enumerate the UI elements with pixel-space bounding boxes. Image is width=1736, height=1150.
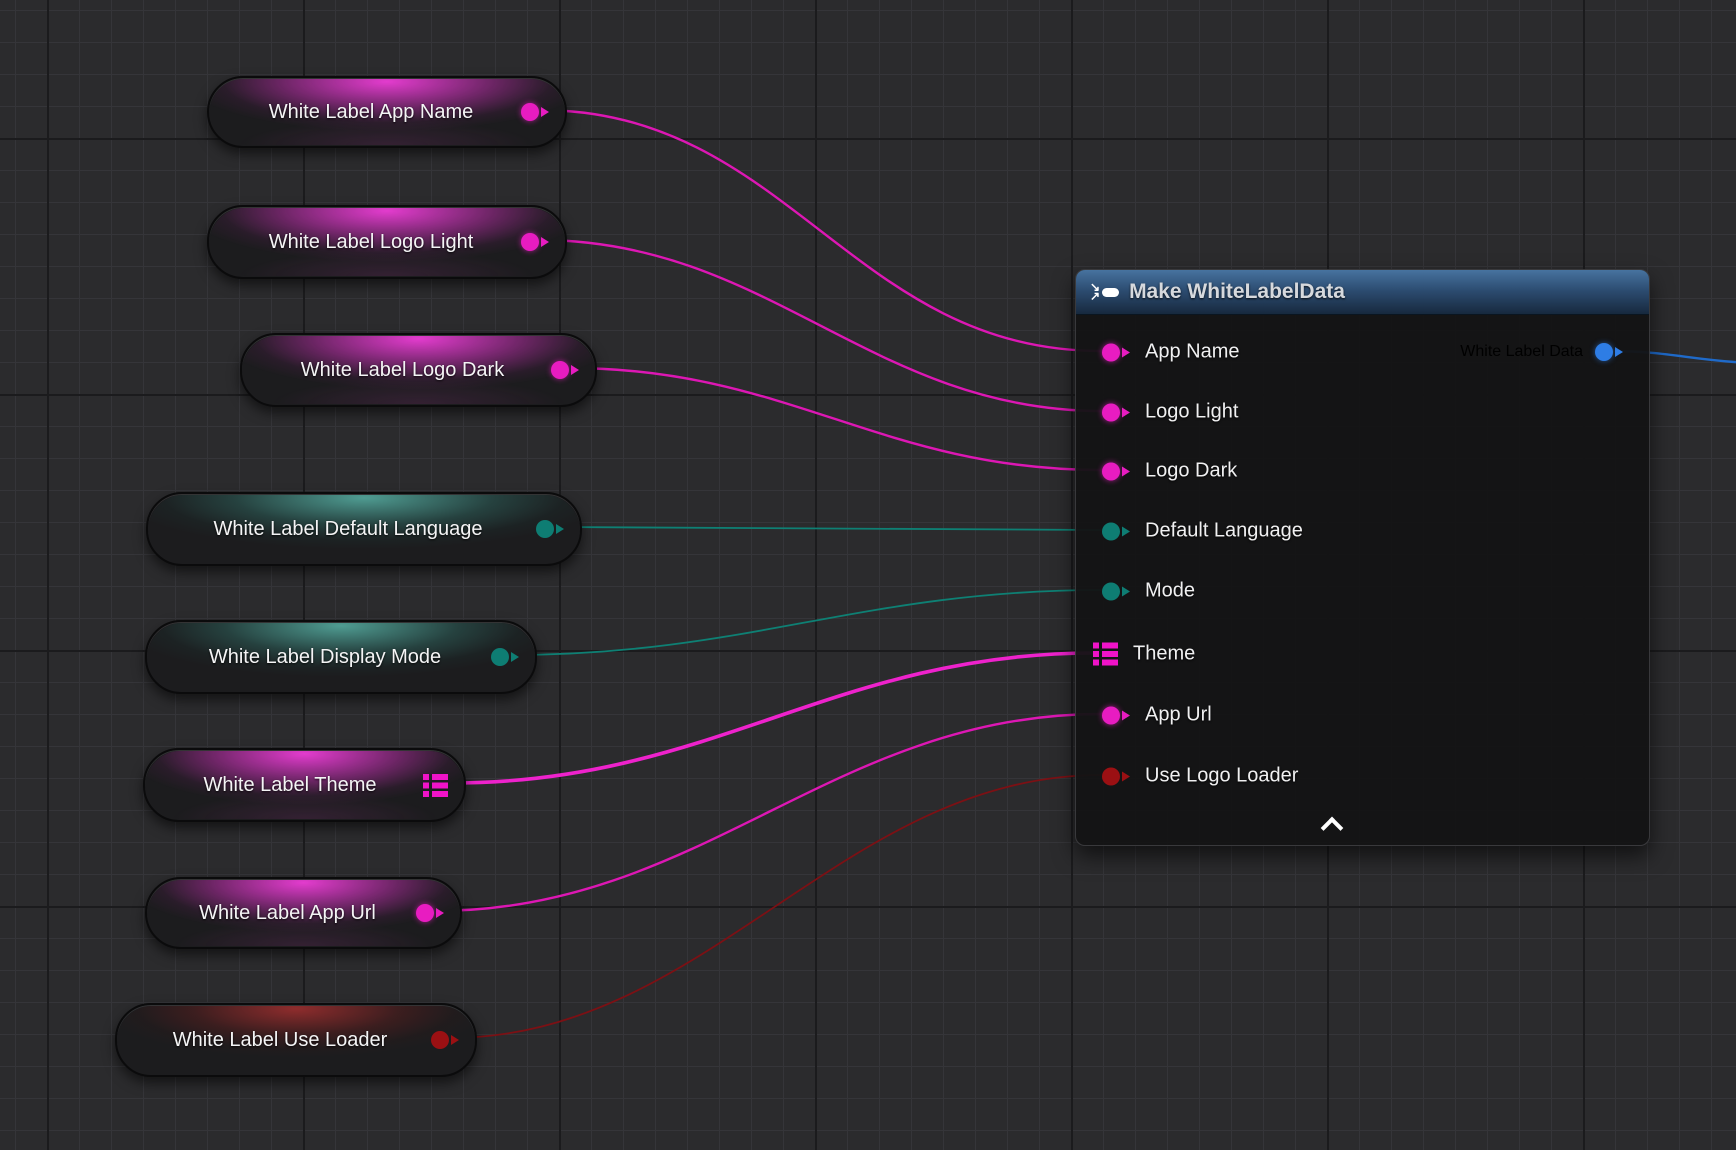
node-title: White Label App Name [209,101,511,124]
output-pin-enum-icon[interactable] [536,520,564,538]
wire-default-language[interactable] [554,527,1102,530]
pin-row-use-logo-loader: Use Logo Loader [1102,765,1298,788]
blueprint-graph-canvas[interactable]: White Label App Name White Label Logo Li… [0,0,1736,1150]
pin-row-mode: Mode [1102,580,1195,603]
wire-app-url[interactable] [434,714,1102,911]
make-struct-icon: ↘↗ [1090,283,1119,301]
input-pin-string-icon[interactable] [1102,403,1130,421]
pin-label: Mode [1145,580,1195,603]
node-title: White Label Default Language [148,518,526,541]
getter-node-white-label-app-name[interactable]: White Label App Name [207,76,567,148]
pin-row-logo-light: Logo Light [1102,401,1238,424]
getter-node-white-label-logo-dark[interactable]: White Label Logo Dark [240,333,597,407]
pin-label: Logo Light [1145,401,1238,424]
getter-node-white-label-logo-light[interactable]: White Label Logo Light [207,205,567,279]
node-title: White Label Display Mode [147,646,481,669]
pin-label: Logo Dark [1145,460,1237,483]
input-pin-string-icon[interactable] [1102,343,1130,361]
pin-row-white-label-data: White Label Data [1460,343,1623,361]
pin-row-theme: Theme [1093,643,1195,666]
output-pin-struct-icon[interactable] [1595,343,1623,361]
pin-row-app-url: App Url [1102,704,1212,727]
input-pin-enum-icon[interactable] [1102,522,1130,540]
output-pin-string-icon[interactable] [416,904,444,922]
output-pin-string-icon[interactable] [521,233,549,251]
node-header[interactable]: ↘↗ Make WhiteLabelData [1076,270,1649,315]
node-title: Make WhiteLabelData [1129,280,1345,304]
getter-node-white-label-use-loader[interactable]: White Label Use Loader [115,1003,477,1077]
getter-node-white-label-display-mode[interactable]: White Label Display Mode [145,620,537,694]
wire-display-mode[interactable] [509,590,1102,655]
input-pin-string-icon[interactable] [1102,706,1130,724]
output-pin-string-icon[interactable] [551,361,579,379]
chevron-up-icon[interactable] [1320,816,1346,832]
output-pin-struct-icon[interactable] [423,774,448,797]
pin-row-default-language: Default Language [1102,520,1303,543]
wire-logo-light[interactable] [539,240,1102,411]
pin-label: App Name [1145,341,1240,364]
input-pin-enum-icon[interactable] [1102,582,1130,600]
input-pin-bool-icon[interactable] [1102,767,1130,785]
node-title: White Label App Url [147,902,406,925]
make-whitelabeldata-node[interactable]: ↘↗ Make WhiteLabelData App Name Logo Lig… [1075,269,1650,846]
output-pin-enum-icon[interactable] [491,648,519,666]
wire-theme[interactable] [452,653,1094,783]
getter-node-white-label-default-language[interactable]: White Label Default Language [146,492,582,566]
pin-row-app-name: App Name [1102,341,1240,364]
node-title: White Label Use Loader [117,1029,421,1052]
wire-app-name[interactable] [539,110,1102,351]
node-title: White Label Logo Dark [242,359,541,382]
pin-label: App Url [1145,704,1212,727]
node-title: White Label Theme [145,774,413,797]
input-pin-string-icon[interactable] [1102,462,1130,480]
pin-label: Use Logo Loader [1145,765,1298,788]
pin-label: Default Language [1145,520,1303,543]
getter-node-white-label-theme[interactable]: White Label Theme [143,748,466,822]
output-pin-bool-icon[interactable] [431,1031,459,1049]
wire-logo-dark[interactable] [569,368,1102,470]
input-pin-struct-icon[interactable] [1093,643,1118,666]
node-title: White Label Logo Light [209,231,511,254]
output-pin-string-icon[interactable] [521,103,549,121]
pin-row-logo-dark: Logo Dark [1102,460,1237,483]
wire-use-loader[interactable] [449,775,1102,1038]
pin-label: Theme [1133,643,1195,666]
getter-node-white-label-app-url[interactable]: White Label App Url [145,877,462,949]
pin-label: White Label Data [1460,343,1583,361]
